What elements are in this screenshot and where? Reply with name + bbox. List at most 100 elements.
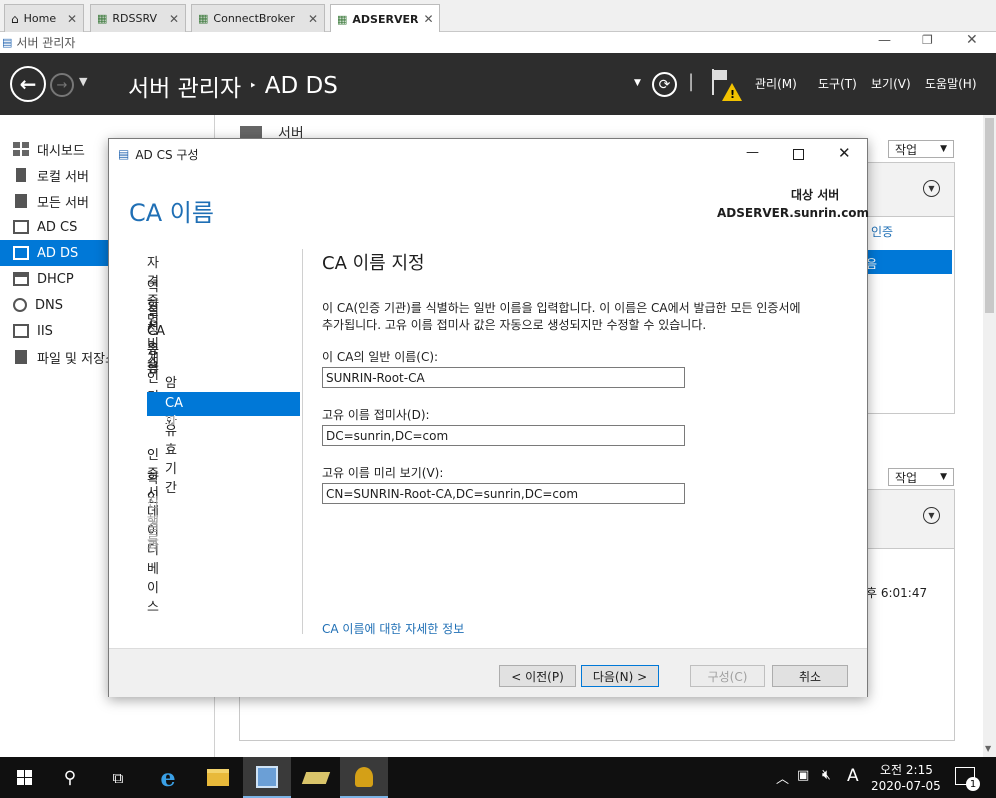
sidebar-item-label: 대시보드 (37, 143, 85, 159)
task-view-icon: ⧉ (112, 768, 124, 787)
sidebar-item-label: IIS (37, 323, 53, 339)
notifications-flag-icon[interactable]: ! (708, 69, 744, 103)
servers-section-icon (240, 126, 262, 138)
page-heading: CA 이름 (129, 199, 214, 227)
common-name-label: 이 CA의 일반 이름(C): (322, 350, 439, 364)
expand-icon[interactable]: ▼ (923, 507, 940, 524)
web-server-icon (13, 324, 29, 338)
more-info-link[interactable]: CA 이름에 대한 자세한 정보 (322, 620, 464, 637)
cancel-button[interactable]: 취소 (772, 665, 848, 687)
minimize-icon[interactable]: — (746, 145, 759, 160)
close-icon[interactable]: ✕ (838, 144, 851, 162)
target-server-label: 대상 서버 (791, 188, 840, 202)
menu-view[interactable]: 보기(V) (871, 75, 911, 92)
menu-manage[interactable]: 관리(M) (755, 75, 797, 92)
server-icon: ▦ (97, 12, 108, 25)
tab-connectbroker[interactable]: ▦ ConnectBroker ✕ (191, 4, 325, 32)
sidebar-item-label: 모든 서버 (37, 195, 89, 211)
search-button[interactable]: ⚲ (46, 757, 94, 798)
close-icon[interactable]: ✕ (423, 12, 433, 26)
taskbar: ⚲ ⧉ e ︿ ▣ 🔇︎ A 오전 2:15 2020-07-05 1 (0, 757, 996, 798)
dn-suffix-input[interactable]: DC=sunrin,DC=com (322, 425, 685, 446)
sidebar-item-label: DNS (35, 297, 63, 313)
tab-rdssrv[interactable]: ▦ RDSSRV ✕ (90, 4, 186, 32)
close-icon[interactable]: ✕ (169, 12, 179, 26)
chevron-down-icon: ▼ (940, 472, 947, 482)
dashboard-icon (13, 142, 29, 156)
scrollbar-thumb[interactable] (985, 118, 994, 313)
server-manager-icon (256, 765, 278, 788)
breadcrumb-current: AD DS (264, 73, 338, 99)
taskbar-certificate-authority[interactable] (340, 757, 388, 798)
maximize-icon[interactable] (793, 149, 804, 160)
tool-icon (301, 771, 331, 784)
folder-icon (207, 769, 229, 786)
selected-row-fragment[interactable]: 음 (866, 250, 952, 274)
dialog-title: AD CS 구성 (135, 147, 199, 162)
taskbar-server-manager[interactable] (243, 757, 291, 798)
taskbar-app-yellow[interactable] (292, 757, 340, 798)
button-bar: < 이전(P) 다음(N) > 구성(C) 취소 (109, 649, 867, 697)
expand-icon[interactable]: ▼ (923, 180, 940, 197)
tab-adserver[interactable]: ▦ ADSERVER ✕ (330, 4, 440, 33)
sidebar-item-label: DHCP (37, 271, 74, 287)
start-button[interactable] (0, 757, 48, 798)
tasks-label: 작업 (895, 470, 918, 485)
forward-arrow-icon[interactable]: → (50, 73, 74, 97)
breadcrumb-root[interactable]: 서버 관리자 (128, 69, 241, 103)
tasks-label: 작업 (895, 142, 918, 157)
history-dropdown-icon[interactable]: ▼ (79, 75, 87, 88)
globe-icon (13, 298, 27, 312)
step-validity-period[interactable]: 유효 기간 (165, 420, 177, 496)
description-line-1: 이 CA(인증 기관)를 식별하는 일반 이름을 입력합니다. 이 이름은 CA… (322, 301, 801, 315)
certificate-authority-icon (355, 766, 373, 787)
server-icon (16, 168, 26, 182)
tasks-dropdown[interactable]: 작업 ▼ (888, 140, 954, 158)
close-icon[interactable]: ✕ (67, 12, 77, 26)
sidebar-item-label: AD DS (37, 245, 79, 261)
dropdown-icon[interactable]: ▼ (634, 78, 641, 88)
directory-icon (13, 246, 29, 260)
ad-cs-configuration-dialog: ▤ AD CS 구성 — ✕ CA 이름 대상 서버 ADSERVER.sunr… (108, 138, 870, 697)
back-arrow-icon[interactable]: ← (10, 66, 46, 102)
taskbar-file-explorer[interactable] (194, 757, 242, 798)
menu-tools[interactable]: 도구(T) (818, 75, 857, 92)
taskbar-internet-explorer[interactable]: e (144, 757, 192, 798)
clock-time[interactable]: 오전 2:15 (880, 761, 933, 778)
close-icon[interactable]: ✕ (308, 12, 318, 26)
show-hidden-icons[interactable]: ︿ (776, 768, 789, 787)
step-results: 결과 (147, 520, 159, 554)
ime-indicator[interactable]: A (847, 766, 859, 786)
scroll-down-icon[interactable]: ▼ (985, 744, 991, 753)
tasks-dropdown-2[interactable]: 작업 ▼ (888, 468, 954, 486)
target-server-value: ADSERVER.sunrin.com (717, 206, 870, 220)
previous-button[interactable]: < 이전(P) (499, 665, 576, 687)
configure-button: 구성(C) (690, 665, 765, 687)
sidebar-item-label: 로컬 서버 (37, 169, 89, 185)
column-header-fragment[interactable]: 인증 (871, 223, 893, 240)
server-icon: ▦ (198, 12, 209, 25)
tab-home[interactable]: ⌂ Home ✕ (4, 4, 84, 32)
network-icon[interactable]: ▣ (797, 768, 809, 783)
minimize-icon[interactable]: — (878, 33, 891, 48)
task-view-button[interactable]: ⧉ (94, 757, 142, 798)
breadcrumb: 서버 관리자 ‣ AD DS (128, 69, 338, 103)
dn-preview-field: CN=SUNRIN-Root-CA,DC=sunrin,DC=com (322, 483, 685, 504)
dn-suffix-label: 고유 이름 접미사(D): (322, 408, 430, 422)
menu-help[interactable]: 도움말(H) (925, 75, 977, 92)
dialog-title-bar: ▤ AD CS 구성 — ✕ (109, 139, 867, 169)
next-button[interactable]: 다음(N) > (581, 665, 659, 687)
tab-label: RDSSRV (112, 12, 158, 25)
restore-icon[interactable]: ❐ (922, 33, 933, 47)
sidebar-item-label: 파일 및 저장소 (37, 351, 118, 367)
notification-count-badge: 1 (966, 777, 980, 791)
server-manager-icon: ▤ (118, 147, 130, 161)
divider: | (688, 71, 695, 92)
close-icon[interactable]: ✕ (966, 32, 978, 48)
refresh-icon[interactable]: ⟳ (652, 72, 677, 97)
common-name-input[interactable]: SUNRIN-Root-CA (322, 367, 685, 388)
steps-divider (302, 249, 303, 634)
volume-muted-icon[interactable]: 🔇︎ (822, 767, 831, 783)
clock-date[interactable]: 2020-07-05 (871, 779, 941, 793)
storage-icon (15, 350, 27, 364)
